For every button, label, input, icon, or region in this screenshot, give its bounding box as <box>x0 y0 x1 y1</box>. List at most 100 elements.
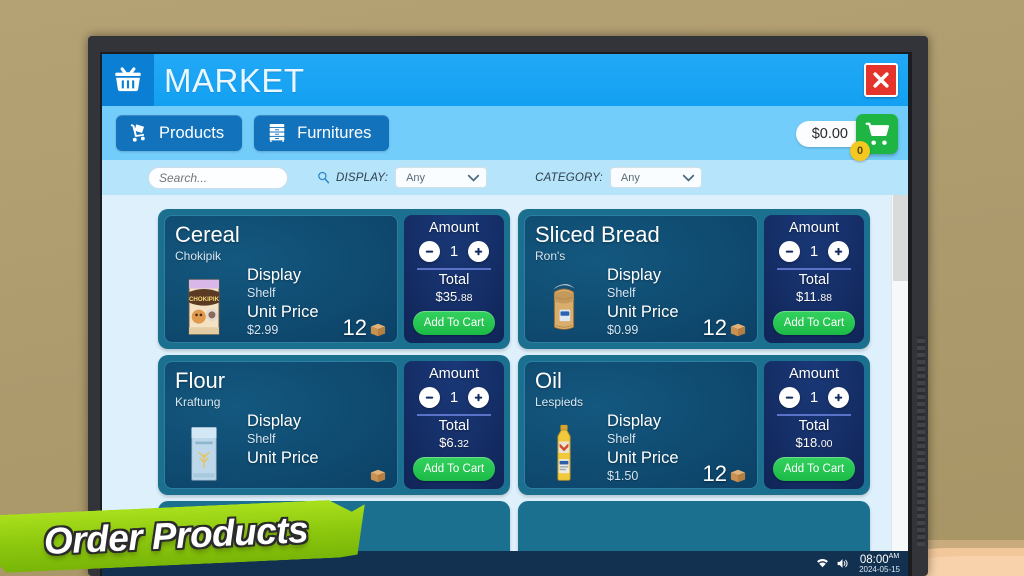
product-name: Sliced Bread <box>535 222 660 247</box>
product-name: Oil <box>535 368 562 393</box>
product-card[interactable]: Flour Kraftung Display Shelf Unit Price … <box>158 355 510 495</box>
product-card[interactable] <box>518 501 870 551</box>
product-card[interactable]: Sliced Bread Ron's Display Shelf Unit Pr… <box>518 209 870 349</box>
divider <box>417 413 491 416</box>
cereal-box-thumb: CHOKIPIK <box>175 265 233 339</box>
add-to-cart-button[interactable]: Add To Cart <box>773 311 855 335</box>
scrollbar-thumb[interactable] <box>893 195 908 281</box>
cardboard-box-icon <box>370 469 386 483</box>
tab-products[interactable]: Products <box>116 115 243 151</box>
minus-circle-icon <box>783 244 796 258</box>
product-specs: Display Shelf Unit Price <box>247 411 319 485</box>
product-name: Flour <box>175 368 226 393</box>
stock-indicator <box>367 468 387 485</box>
clock[interactable]: 08:00AM 2024-05-15 <box>859 553 900 575</box>
amount-stepper: 1 <box>419 240 489 262</box>
close-x-icon <box>873 72 889 88</box>
close-button[interactable] <box>864 63 898 97</box>
increase-amount-button[interactable] <box>828 386 849 408</box>
stock-count: 12 <box>342 315 367 340</box>
speaker-icon[interactable] <box>836 557 849 570</box>
total-label: Total <box>798 417 830 434</box>
amount-value: 1 <box>809 388 819 406</box>
minus-circle-icon <box>423 390 436 404</box>
display-label: Display <box>607 412 662 430</box>
decrease-amount-button[interactable] <box>419 240 440 262</box>
product-specs: Display Shelf Unit Price $0.99 <box>607 265 679 341</box>
hand-truck-icon <box>130 124 145 142</box>
display-label: Display <box>607 266 662 284</box>
product-card-side: Amount 1 <box>404 215 504 343</box>
product-brand: Kraftung <box>175 395 221 409</box>
clock-time: 08:00 <box>859 553 889 566</box>
monitor-screen: MARKET Products Furnitures $0.00 0 Searc… <box>102 54 908 576</box>
display-select[interactable]: Any <box>395 167 488 188</box>
stock-indicator: 12 <box>343 317 387 339</box>
display-select-value: Any <box>406 171 426 184</box>
category-select-value: Any <box>620 171 640 184</box>
unit-price-label: Unit Price <box>607 302 679 321</box>
clock-date: 2024-05-15 <box>859 565 900 575</box>
product-grid: Cereal Chokipik CHOKIPIK Display Shelf U… <box>158 209 870 551</box>
amount-label: Amount <box>789 220 839 236</box>
divider <box>777 413 851 416</box>
unit-price-value: $2.99 <box>247 322 279 337</box>
display-value: Shelf <box>247 285 276 300</box>
increase-amount-button[interactable] <box>468 240 489 262</box>
total-value: $6.32 <box>439 435 469 450</box>
product-brand: Ron's <box>535 249 566 263</box>
search-input[interactable] <box>159 170 316 185</box>
unit-price-label: Unit Price <box>247 448 319 467</box>
product-card[interactable]: Oil Lespieds Display Shelf Unit Price $1… <box>518 355 870 495</box>
total-value: $11.88 <box>795 289 833 304</box>
product-card[interactable]: Cereal Chokipik CHOKIPIK Display Shelf U… <box>158 209 510 349</box>
unit-price-value: $0.99 <box>607 322 639 337</box>
amount-label: Amount <box>429 220 479 236</box>
wifi-icon[interactable] <box>816 557 829 570</box>
tab-furnitures[interactable]: Furnitures <box>254 115 390 151</box>
product-brand: Chokipik <box>175 249 222 263</box>
divider <box>777 267 851 270</box>
display-label: Display <box>247 412 302 430</box>
plus-circle-icon <box>832 244 845 258</box>
add-to-cart-button[interactable]: Add To Cart <box>773 457 855 481</box>
cart-button[interactable]: 0 <box>850 114 898 161</box>
decrease-amount-button[interactable] <box>779 240 800 262</box>
clock-ampm: AM <box>888 552 900 560</box>
amount-stepper: 1 <box>419 386 489 408</box>
minus-circle-icon <box>423 244 436 258</box>
amount-label: Amount <box>789 366 839 382</box>
stock-count: 12 <box>702 461 727 486</box>
product-card-main: Flour Kraftung Display Shelf Unit Price <box>164 361 398 489</box>
plus-circle-icon <box>472 244 485 258</box>
tab-products-label: Products <box>159 123 225 142</box>
total-label: Total <box>798 271 830 288</box>
amount-stepper: 1 <box>779 386 849 408</box>
display-filter-label: DISPLAY: <box>336 171 389 184</box>
add-to-cart-button[interactable]: Add To Cart <box>413 457 495 481</box>
search-box[interactable] <box>148 166 330 189</box>
plus-circle-icon <box>832 390 845 404</box>
product-card-side: Amount 1 <box>404 361 504 489</box>
filter-category: CATEGORY: Any <box>535 167 702 188</box>
decrease-amount-button[interactable] <box>419 386 440 408</box>
amount-stepper: 1 <box>779 240 849 262</box>
amount-value: 1 <box>449 388 459 406</box>
vertical-scrollbar[interactable] <box>891 195 908 551</box>
product-card-main: Cereal Chokipik CHOKIPIK Display Shelf U… <box>164 215 398 343</box>
chevron-down-icon <box>467 174 480 182</box>
increase-amount-button[interactable] <box>468 386 489 408</box>
add-to-cart-button[interactable]: Add To Cart <box>413 311 495 335</box>
drawer-cabinet-icon <box>269 124 285 142</box>
increase-amount-button[interactable] <box>828 240 849 262</box>
magnifier-icon <box>318 171 330 184</box>
cart-count-badge: 0 <box>850 141 870 161</box>
decrease-amount-button[interactable] <box>779 386 800 408</box>
display-value: Shelf <box>607 431 636 446</box>
amount-value: 1 <box>449 242 459 260</box>
cardboard-box-icon <box>370 323 386 337</box>
cardboard-box-icon <box>730 469 746 483</box>
flour-box-thumb <box>175 411 233 485</box>
product-card-main: Sliced Bread Ron's Display Shelf Unit Pr… <box>524 215 758 343</box>
category-select[interactable]: Any <box>609 167 702 188</box>
